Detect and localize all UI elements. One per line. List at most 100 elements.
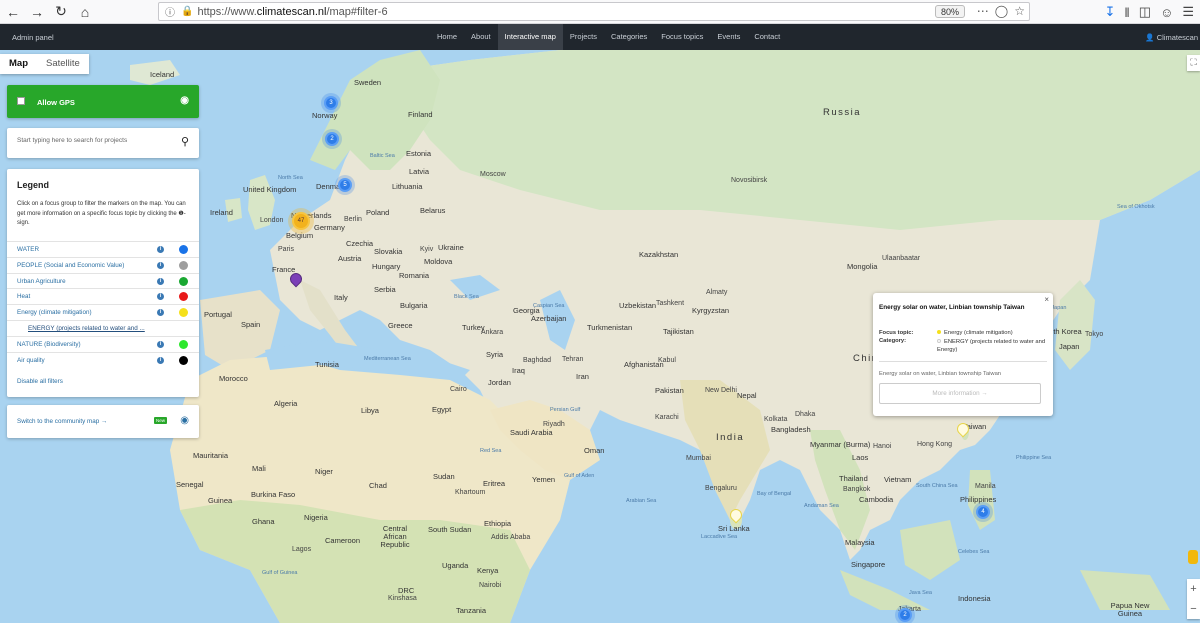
label-bangkok: Bangkok	[843, 486, 871, 493]
legend-item-people[interactable]: PEOPLE (Social and Economic Value) i	[7, 256, 199, 273]
label-vietnam: Vietnam	[884, 475, 912, 484]
disable-filters-link[interactable]: Disable all filters	[17, 378, 63, 385]
account-icon[interactable]: ☺	[1160, 5, 1173, 20]
zoom-level[interactable]: 80%	[934, 5, 965, 18]
close-icon[interactable]: ×	[1044, 295, 1049, 304]
gps-checkbox[interactable]	[17, 97, 25, 105]
info-icon[interactable]: i	[157, 356, 164, 364]
street-view-pegman-icon[interactable]	[1188, 550, 1198, 564]
label-nairobi: Nairobi	[479, 582, 502, 589]
interactive-map[interactable]: Russia Iceland Sweden Finland Norway Est…	[0, 50, 1200, 623]
zoom-control: + −	[1187, 579, 1200, 619]
label-ulaanbaatar: Ulaanbaatar	[882, 255, 921, 262]
info-icon[interactable]: ⓘ	[165, 4, 175, 19]
legend-item-air-quality[interactable]: Air quality i	[7, 351, 199, 368]
forward-icon[interactable]: →	[26, 1, 48, 23]
label-sudan: Sudan	[433, 472, 455, 481]
pocket-icon[interactable]: ◯	[995, 4, 1008, 18]
label-arabian-sea: Arabian Sea	[626, 498, 657, 504]
label-hanoi: Hanoi	[873, 443, 892, 450]
site-navbar: Admin panel Home About Interactive map P…	[0, 24, 1200, 50]
marker-cluster[interactable]: 4	[976, 505, 990, 519]
menu-contact[interactable]: Contact	[747, 24, 787, 50]
legend-item-heat[interactable]: Heat i	[7, 288, 199, 304]
info-icon[interactable]: i	[157, 277, 164, 285]
marker-cluster[interactable]: 47	[292, 212, 310, 230]
label-novosibirsk: Novosibirsk	[731, 177, 768, 184]
focus-topic-text: Energy (climate mitigation)	[944, 330, 1013, 336]
gps-label: Allow GPS	[37, 98, 75, 107]
marker-cluster[interactable]: 2	[898, 608, 912, 622]
menu-interactive-map[interactable]: Interactive map	[497, 24, 563, 50]
info-icon[interactable]: i	[157, 340, 164, 348]
label-mongolia: Mongolia	[847, 262, 878, 271]
legend-item-nature[interactable]: NATURE (Biodiversity) i	[7, 335, 199, 352]
marker-cluster[interactable]: 3	[324, 96, 338, 110]
legend-item-water[interactable]: WATER i	[7, 241, 199, 257]
menu-about[interactable]: About	[464, 24, 498, 50]
reload-icon[interactable]: ↻	[50, 1, 72, 23]
label-gulf-of-guinea: Gulf of Guinea	[262, 570, 298, 576]
menu-icon[interactable]: ☰	[1182, 4, 1194, 20]
sidebar-icon[interactable]: ◫	[1139, 4, 1151, 20]
label-tehran: Tehran	[562, 356, 584, 363]
label-serbia: Serbia	[374, 285, 396, 294]
label-turkmenistan: Turkmenistan	[587, 323, 633, 332]
more-information-button[interactable]: More information →	[879, 383, 1041, 404]
menu-projects[interactable]: Projects	[563, 24, 604, 50]
user-icon: 👤	[1145, 33, 1155, 42]
home-icon[interactable]: ⌂	[74, 1, 96, 23]
marker-cluster[interactable]: 5	[338, 178, 352, 192]
label-france: France	[272, 265, 296, 274]
info-icon[interactable]: i	[157, 309, 164, 317]
legend-item-label: NATURE (Biodiversity)	[17, 340, 81, 348]
label-italy: Italy	[334, 293, 348, 302]
user-menu[interactable]: 👤 Climatescan	[1145, 33, 1198, 42]
menu-focus-topics[interactable]: Focus topics	[654, 24, 710, 50]
address-bar[interactable]: ⓘ 🔒 https://www. climatescan.nl/map#filte…	[158, 2, 1030, 21]
label-south-sudan: South Sudan	[428, 525, 472, 534]
map-tab-satellite[interactable]: Satellite	[37, 54, 89, 74]
more-actions-icon[interactable]: ⋯	[977, 4, 989, 18]
label-kabul: Kabul	[658, 357, 676, 364]
back-icon[interactable]: ←	[2, 1, 24, 23]
zoom-out-icon[interactable]: −	[1187, 599, 1200, 619]
label-khartoum: Khartoum	[455, 489, 486, 496]
zoom-in-icon[interactable]: +	[1187, 579, 1200, 599]
label-belarus: Belarus	[420, 206, 446, 215]
bookmark-star-icon[interactable]: ☆	[1014, 4, 1025, 18]
marker-cluster[interactable]: 2	[325, 132, 339, 146]
label-ethiopia: Ethiopia	[484, 519, 512, 528]
search-icon[interactable]: ⚲	[181, 135, 189, 148]
label-almaty: Almaty	[706, 289, 728, 296]
popup-subtitle: Energy solar on water, Linbian township …	[879, 371, 1002, 377]
gps-panel[interactable]: Allow GPS ◉	[7, 85, 199, 118]
info-icon[interactable]: i	[157, 246, 164, 253]
legend-item-label: Air quality	[17, 356, 45, 364]
label-laccadive-sea: Laccadive Sea	[701, 534, 738, 540]
admin-panel-link[interactable]: Admin panel	[12, 33, 54, 42]
fullscreen-icon[interactable]: ⛶	[1187, 55, 1200, 71]
menu-categories[interactable]: Categories	[604, 24, 654, 50]
project-search-input[interactable]	[17, 137, 167, 144]
label-karachi: Karachi	[655, 414, 679, 421]
info-icon[interactable]: i	[157, 261, 164, 269]
label-dhaka: Dhaka	[795, 411, 816, 418]
community-map-link[interactable]: Switch to the community map →	[17, 418, 107, 425]
label-cameroon: Cameroon	[325, 536, 361, 545]
label-burkina-faso: Burkina Faso	[251, 490, 296, 499]
legend-item-energy[interactable]: Energy (climate mitigation) i	[7, 304, 199, 320]
library-icon[interactable]: ‖	[1124, 5, 1129, 20]
legend-item-urban-agriculture[interactable]: Urban Agriculture i	[7, 272, 199, 289]
community-panel[interactable]: Switch to the community map → New ◉	[7, 405, 199, 438]
menu-home[interactable]: Home	[430, 24, 464, 50]
label-bay-of-bengal: Bay of Bengal	[757, 491, 792, 497]
download-icon[interactable]: ↧	[1104, 4, 1115, 20]
label-czechia: Czechia	[346, 239, 374, 248]
info-icon[interactable]: i	[157, 293, 164, 301]
legend-subitem-energy-water[interactable]: ENERGY (projects related to water and ..…	[7, 319, 199, 336]
map-tab-map[interactable]: Map	[0, 54, 37, 74]
menu-events[interactable]: Events	[710, 24, 747, 50]
legend-item-label: PEOPLE (Social and Economic Value)	[17, 261, 125, 269]
label-london: London	[260, 217, 284, 224]
